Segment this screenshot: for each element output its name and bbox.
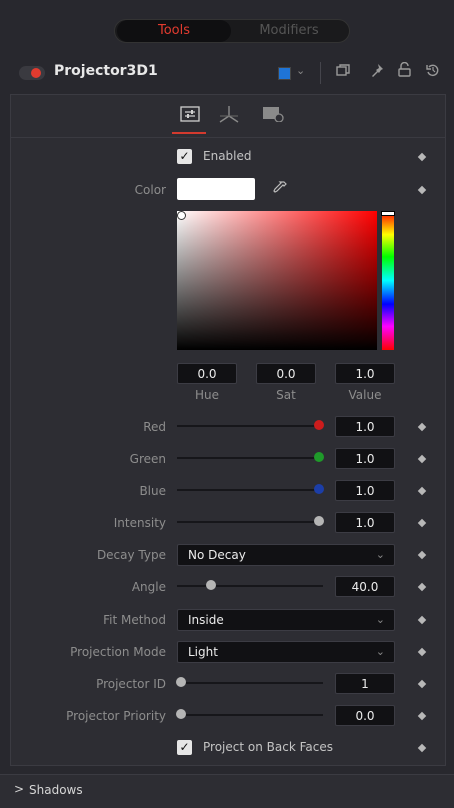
hue-slider-handle[interactable] bbox=[381, 211, 395, 216]
blue-slider-track[interactable] bbox=[177, 489, 323, 491]
hue-input[interactable]: 0.0 bbox=[177, 363, 237, 384]
angle-slider-track[interactable] bbox=[177, 585, 323, 587]
pin-icon[interactable] bbox=[370, 63, 384, 81]
decay-type-dropdown[interactable]: No Decay ⌄ bbox=[177, 544, 395, 566]
intensity-slider-knob[interactable] bbox=[314, 516, 324, 526]
transform-3d-tab-icon[interactable] bbox=[218, 104, 240, 128]
tools-modifiers-switch: Tools Modifiers bbox=[114, 19, 350, 43]
angle-label: Angle bbox=[131, 580, 166, 594]
angle-slider-knob[interactable] bbox=[206, 580, 216, 590]
picker-handle[interactable] bbox=[177, 211, 186, 220]
value-label: Value bbox=[348, 388, 382, 402]
saturation-value-picker[interactable] bbox=[177, 211, 377, 350]
projector-id-label: Projector ID bbox=[96, 677, 166, 691]
red-slider-track[interactable] bbox=[177, 425, 323, 427]
lock-icon[interactable] bbox=[398, 61, 411, 81]
projection-mode-value: Light bbox=[188, 645, 218, 659]
header-divider bbox=[320, 62, 321, 84]
intensity-slider-track[interactable] bbox=[177, 521, 323, 523]
color-label: Color bbox=[134, 183, 166, 197]
projector-id-input[interactable]: 1 bbox=[335, 673, 395, 694]
copy-icon[interactable] bbox=[336, 63, 350, 81]
sat-label: Sat bbox=[276, 388, 296, 402]
angle-input[interactable]: 40.0 bbox=[335, 576, 395, 597]
enabled-checkbox[interactable]: ✓ bbox=[177, 149, 192, 164]
hue-slider[interactable] bbox=[382, 211, 394, 350]
green-slider-knob[interactable] bbox=[314, 452, 324, 462]
tool-color-swatch[interactable] bbox=[278, 67, 291, 80]
red-slider-knob[interactable] bbox=[314, 420, 324, 430]
projector-priority-slider-track[interactable] bbox=[177, 714, 323, 716]
tab-modifiers[interactable]: Modifiers bbox=[231, 20, 347, 42]
value-input[interactable]: 1.0 bbox=[335, 363, 395, 384]
projector-priority-label: Projector Priority bbox=[66, 709, 166, 723]
controls-tab-icon[interactable] bbox=[180, 106, 200, 126]
fit-method-value: Inside bbox=[188, 613, 224, 627]
tool-enable-toggle[interactable] bbox=[19, 66, 45, 80]
decay-type-label: Decay Type bbox=[96, 548, 166, 562]
hue-label: Hue bbox=[194, 388, 219, 402]
color-swatch[interactable] bbox=[177, 178, 255, 200]
shadows-label[interactable]: Shadows bbox=[29, 783, 83, 797]
red-input[interactable]: 1.0 bbox=[335, 416, 395, 437]
reset-icon[interactable] bbox=[426, 63, 440, 81]
active-tab-underline bbox=[172, 132, 206, 134]
projection-mode-dropdown[interactable]: Light ⌄ bbox=[177, 641, 395, 663]
green-input[interactable]: 1.0 bbox=[335, 448, 395, 469]
chevron-down-icon[interactable]: ⌄ bbox=[296, 64, 305, 77]
eyedropper-icon[interactable] bbox=[272, 180, 288, 200]
blue-input[interactable]: 1.0 bbox=[335, 480, 395, 501]
fit-method-dropdown[interactable]: Inside ⌄ bbox=[177, 609, 395, 631]
toggle-dot bbox=[31, 68, 41, 78]
settings-tab-icon[interactable] bbox=[262, 106, 284, 126]
back-faces-label: Project on Back Faces bbox=[203, 740, 333, 754]
chevron-down-icon: ⌄ bbox=[375, 548, 385, 561]
green-slider-track[interactable] bbox=[177, 457, 323, 459]
fit-method-label: Fit Method bbox=[103, 613, 166, 627]
tab-tools[interactable]: Tools bbox=[117, 20, 231, 42]
intensity-input[interactable]: 1.0 bbox=[335, 512, 395, 533]
panel-tab-separator bbox=[11, 137, 445, 138]
green-label: Green bbox=[129, 452, 166, 466]
intensity-label: Intensity bbox=[113, 516, 166, 530]
sat-input[interactable]: 0.0 bbox=[256, 363, 316, 384]
projector-id-slider-knob[interactable] bbox=[176, 677, 186, 687]
chevron-right-icon[interactable]: > bbox=[14, 782, 24, 796]
chevron-down-icon: ⌄ bbox=[375, 613, 385, 626]
decay-type-value: No Decay bbox=[188, 548, 246, 562]
projector-priority-input[interactable]: 0.0 bbox=[335, 705, 395, 726]
chevron-down-icon: ⌄ bbox=[375, 645, 385, 658]
enabled-label: Enabled bbox=[203, 149, 252, 163]
projection-mode-label: Projection Mode bbox=[70, 645, 166, 659]
blue-slider-knob[interactable] bbox=[314, 484, 324, 494]
red-label: Red bbox=[143, 420, 166, 434]
tool-name: Projector3D1 bbox=[54, 63, 158, 79]
projector-id-slider-track[interactable] bbox=[177, 682, 323, 684]
blue-label: Blue bbox=[139, 484, 166, 498]
projector-priority-slider-knob[interactable] bbox=[176, 709, 186, 719]
back-faces-checkbox[interactable]: ✓ bbox=[177, 740, 192, 755]
